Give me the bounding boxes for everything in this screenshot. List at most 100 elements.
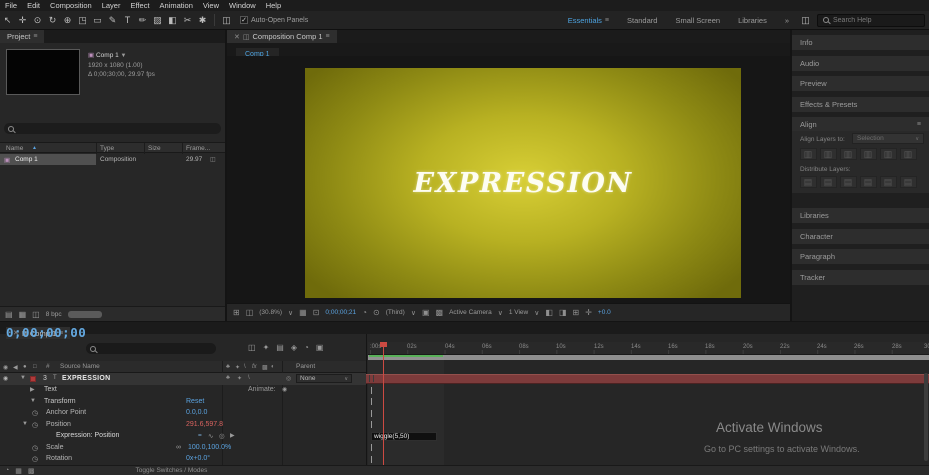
distribute-top-button[interactable]: ▤ [799, 176, 817, 188]
panel-header-tracker[interactable]: Tracker [792, 269, 929, 285]
panel-menu-icon[interactable]: ≡ [326, 33, 330, 40]
frame-blending-icon[interactable]: ◈ [291, 343, 297, 352]
layer-name[interactable]: EXPRESSION [62, 375, 111, 382]
align-h-center-button[interactable]: ▥ [819, 148, 837, 160]
camera-tool-icon[interactable]: ◳ [75, 11, 90, 29]
source-name-column[interactable]: Source Name [60, 363, 100, 370]
help-search-input[interactable] [833, 16, 919, 24]
layer-in-handle[interactable] [373, 375, 374, 382]
menu-view[interactable]: View [198, 1, 224, 10]
current-timecode[interactable]: 0;00;00;00 [6, 325, 86, 340]
project-item-row[interactable]: ▣ Comp 1 Composition 29.97 ◫ [0, 154, 225, 165]
roto-brush-tool-icon[interactable]: ✂ [180, 11, 195, 29]
align-v-center-button[interactable]: ▥ [879, 148, 897, 160]
parent-column[interactable]: Parent [296, 363, 315, 370]
distribute-left-button[interactable]: ▤ [859, 176, 877, 188]
snapshot-icon[interactable]: ◔ [362, 308, 367, 317]
composition-viewer[interactable]: EXPRESSION [227, 56, 790, 303]
solo-icon[interactable]: ● [23, 364, 27, 370]
workspace-tab-libraries[interactable]: Libraries [729, 16, 776, 25]
region-icon[interactable]: ▣ [422, 308, 430, 317]
menu-layer[interactable]: Layer [97, 1, 126, 10]
audio-icon[interactable]: ◀ [13, 364, 18, 371]
stopwatch-icon[interactable]: ◷ [32, 455, 38, 463]
distribute-right-button[interactable]: ▤ [899, 176, 917, 188]
animate-menu-icon[interactable]: ◉ [282, 386, 287, 393]
project-tab[interactable]: Project ≡ [0, 30, 45, 43]
expression-graph-icon[interactable]: ∿ [208, 432, 213, 440]
column-name[interactable]: Name [6, 145, 23, 152]
time-ruler[interactable]: :00s 02s 04s 06s 08s 10s 12s 14s 16s 18s… [368, 342, 929, 355]
property-group-text[interactable]: ▶ Text Animate: ◉ [0, 385, 929, 397]
align-left-button[interactable]: ▥ [799, 148, 817, 160]
transform-reset-link[interactable]: Reset [186, 398, 204, 405]
monitor-icon[interactable]: ◫ [246, 308, 254, 317]
panel-header-align[interactable]: Align ≡ [792, 117, 929, 132]
puppet-pin-tool-icon[interactable]: ✱ [195, 11, 210, 29]
selection-tool-icon[interactable]: ↖ [0, 11, 15, 29]
clone-stamp-tool-icon[interactable]: ▨ [150, 11, 165, 29]
project-comp-title[interactable]: ▣ Comp 1 ▼ [88, 51, 155, 61]
chevron-down-icon[interactable]: ∨ [288, 309, 293, 317]
align-to-dropdown[interactable]: Selection ∨ [852, 133, 924, 144]
type-tool-icon[interactable]: T [120, 11, 135, 29]
quality-switch-icon[interactable]: \ [248, 375, 250, 381]
panel-menu-icon[interactable]: ≡ [917, 121, 921, 128]
lock-icon[interactable]: □ [33, 364, 37, 370]
twirl-open-icon[interactable]: ▼ [22, 421, 28, 427]
pixel-aspect-icon[interactable]: ⊞ [573, 308, 580, 317]
expand-transfer-controls-icon[interactable]: ▦ [15, 467, 22, 475]
magnification-icon[interactable]: ⊞ [233, 308, 240, 317]
panel-header-info[interactable]: Info [792, 35, 929, 50]
new-folder-icon[interactable]: ▦ [19, 310, 27, 319]
orbit-camera-tool-icon[interactable]: ↻ [45, 11, 60, 29]
position-value[interactable]: 291.6,597.8 [186, 421, 223, 428]
composition-tab[interactable]: ✕ ◫ Composition Comp 1 ≡ [227, 30, 337, 43]
hand-tool-icon[interactable]: ✛ [15, 11, 30, 29]
region-of-interest-icon[interactable]: ⊡ [313, 308, 320, 317]
project-search-input[interactable] [17, 125, 217, 132]
exposure-icon[interactable]: ✛ [585, 308, 592, 317]
comp-timecode[interactable]: 0;00;00;21 [325, 309, 356, 316]
panel-header-audio[interactable]: Audio [792, 55, 929, 71]
chevron-down-icon[interactable]: ∨ [411, 309, 416, 317]
workspace-menu-icon[interactable]: ◫ [798, 11, 813, 29]
align-top-button[interactable]: ▥ [859, 148, 877, 160]
channel-icon-right[interactable]: ◨ [559, 308, 567, 317]
property-group-transform[interactable]: ▼ Transform Reset [0, 396, 929, 408]
sort-ascending-icon[interactable]: ▲ [32, 145, 37, 151]
menu-edit[interactable]: Edit [22, 1, 45, 10]
panel-header-effects-presets[interactable]: Effects & Presets [792, 96, 929, 112]
shape-tool-icon[interactable]: ▭ [90, 11, 105, 29]
collapse-switch-icon[interactable]: ✦ [237, 375, 242, 382]
menu-help[interactable]: Help [261, 1, 286, 10]
distribute-v-center-button[interactable]: ▤ [819, 176, 837, 188]
panel-header-preview[interactable]: Preview [792, 76, 929, 91]
chevron-down-icon[interactable]: ∨ [534, 309, 539, 317]
menu-window[interactable]: Window [224, 1, 261, 10]
eraser-tool-icon[interactable]: ◧ [165, 11, 180, 29]
menu-animation[interactable]: Animation [155, 1, 198, 10]
expand-layer-switches-icon[interactable]: ◔ [5, 467, 9, 474]
composition-canvas[interactable]: EXPRESSION [305, 68, 741, 298]
anchor-point-value[interactable]: 0.0,0.0 [186, 409, 207, 416]
transparency-grid-icon[interactable]: ⊙ [373, 308, 380, 317]
stopwatch-icon[interactable]: ◷ [32, 409, 38, 417]
link-dimensions-icon[interactable]: ∞ [176, 444, 181, 451]
channel-icon-left[interactable]: ◧ [545, 308, 553, 317]
align-right-button[interactable]: ▥ [839, 148, 857, 160]
brush-tool-icon[interactable]: ✏ [135, 11, 150, 29]
collapse-column-icon[interactable]: ✦ [235, 364, 240, 371]
quality-column-icon[interactable]: \ [244, 364, 246, 370]
graph-editor-icon[interactable]: ▣ [316, 343, 324, 352]
chevron-down-icon[interactable]: ∨ [498, 309, 503, 317]
interpret-footage-icon[interactable]: ▤ [5, 310, 13, 319]
pen-tool-icon[interactable]: ✎ [105, 11, 120, 29]
workspace-tab-essentials[interactable]: Essentials ≡ [559, 16, 618, 25]
menu-composition[interactable]: Composition [45, 1, 97, 10]
camera-selector[interactable]: Active Camera [449, 309, 492, 316]
rotation-value[interactable]: 0x+0.0° [186, 455, 210, 462]
workspace-tab-standard[interactable]: Standard [618, 16, 666, 25]
stopwatch-icon[interactable]: ◷ [32, 421, 38, 429]
property-anchor-point[interactable]: ◷ Anchor Point 0.0,0.0 [0, 408, 929, 420]
